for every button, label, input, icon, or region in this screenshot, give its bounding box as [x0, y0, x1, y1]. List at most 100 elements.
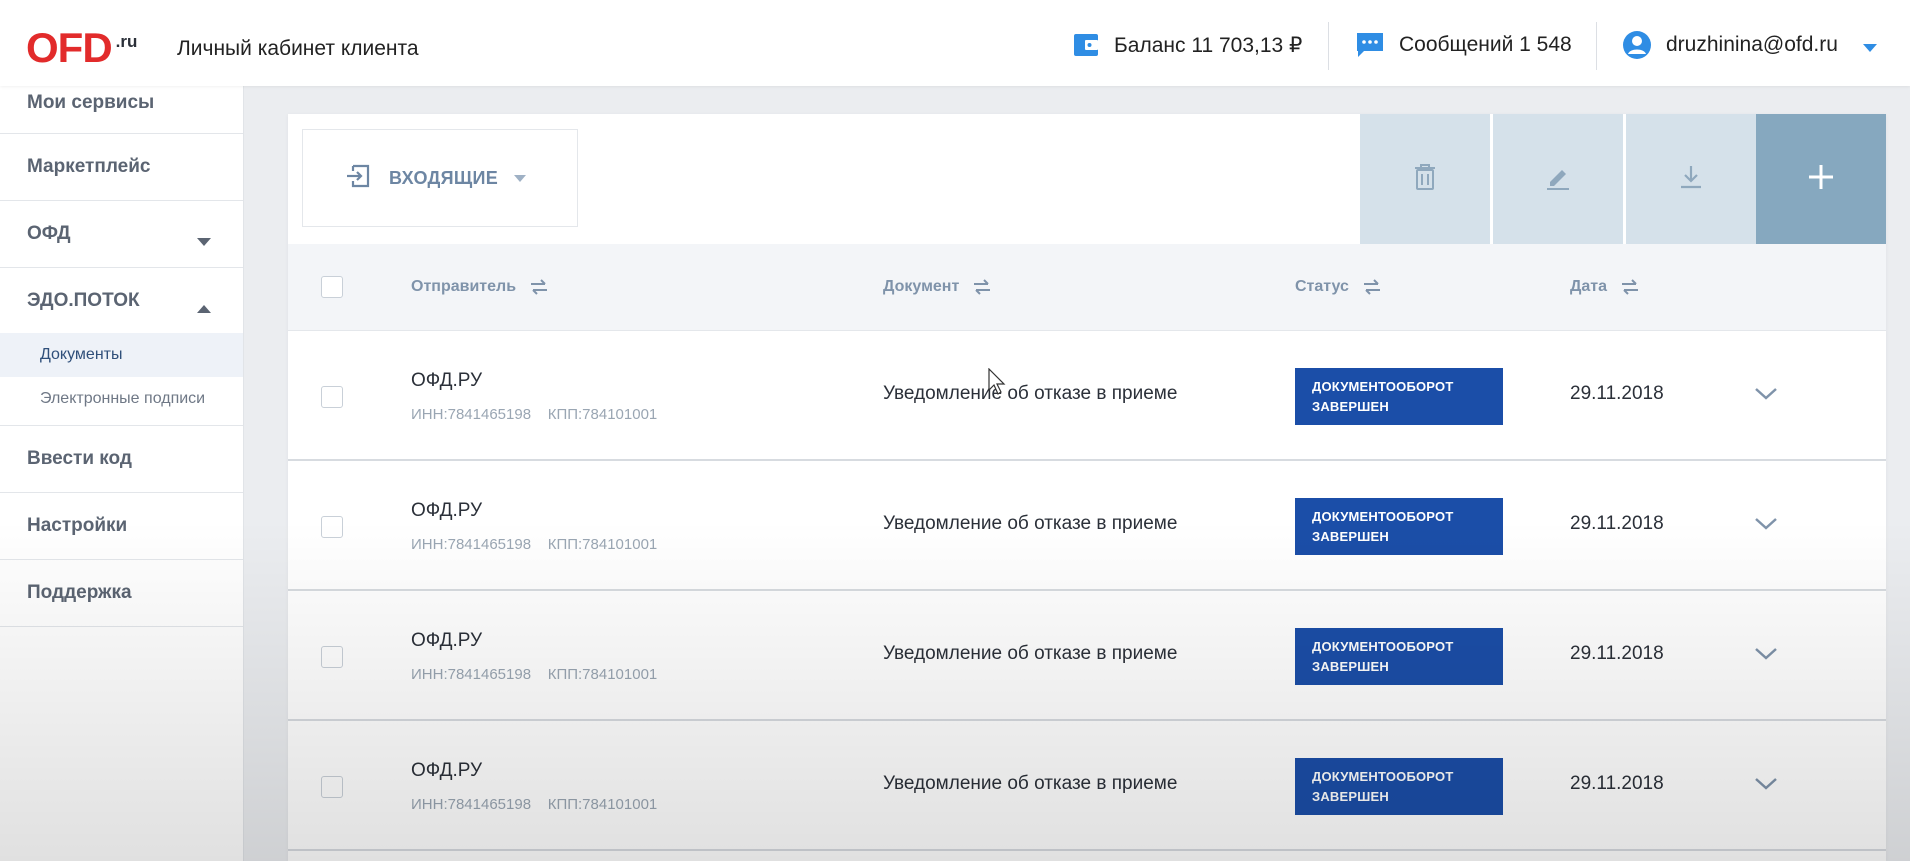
status-line: ДОКУМЕНТООБОРОТ	[1312, 769, 1454, 784]
user-email: druzhinina@ofd.ru	[1666, 33, 1838, 56]
documents-panel: ВХОДЯЩИЕ Отправитель Документ Статус Дат…	[288, 114, 1886, 861]
sidebar-item-enter-code[interactable]: Ввести код	[0, 426, 243, 493]
column-label: Отправитель	[411, 278, 517, 295]
logo-suffix: .ru	[115, 32, 138, 51]
sidebar-item-label: Ввести код	[27, 448, 132, 469]
cabinet-title: Личный кабинет клиента	[177, 37, 419, 60]
status-badge: ДОКУМЕНТООБОРОТ ЗАВЕРШЕН	[1295, 758, 1503, 815]
sidebar-subitem-documents[interactable]: Документы	[0, 333, 243, 377]
table-row[interactable]: ОФД.РУ ИНН:7841465198 КПП:784101001 Увед…	[288, 591, 1886, 721]
caret-up-icon	[197, 297, 211, 319]
sidebar-item-label: ОФД	[27, 223, 71, 244]
row-date: 29.11.2018	[1570, 383, 1664, 404]
status-line: ДОКУМЕНТООБОРОТ	[1312, 639, 1454, 654]
sender-ids: ИНН:7841465198 КПП:784101001	[411, 796, 658, 813]
user-avatar-icon	[1622, 30, 1652, 60]
sender-ids: ИНН:7841465198 КПП:784101001	[411, 406, 658, 423]
sender-name: ОФД.РУ	[411, 760, 483, 781]
column-label: Дата	[1570, 278, 1608, 295]
sidebar: Мои сервисы Маркетплейс ОФД ЭДО.ПОТОК До…	[0, 86, 244, 861]
sidebar-item-label: ЭДО.ПОТОК	[27, 289, 140, 311]
sender-name: ОФД.РУ	[411, 630, 483, 651]
sender-name: ОФД.РУ	[411, 500, 483, 521]
status-line: ДОКУМЕНТООБОРОТ	[1312, 509, 1454, 524]
document-name[interactable]: Уведомление об отказе в приеме	[883, 643, 1177, 665]
delete-button[interactable]	[1360, 114, 1490, 244]
document-name[interactable]: Уведомление об отказе в приеме	[883, 383, 1177, 405]
document-name[interactable]: Уведомление об отказе в приеме	[883, 513, 1177, 535]
add-document-button[interactable]	[1756, 114, 1886, 244]
edit-button[interactable]	[1493, 114, 1623, 244]
sidebar-item-my-services[interactable]: Мои сервисы	[0, 86, 243, 134]
chevron-down-icon[interactable]	[1754, 777, 1778, 796]
select-all-checkbox[interactable]	[321, 276, 343, 298]
sidebar-subitem-signatures[interactable]: Электронные подписи	[0, 377, 243, 421]
sender-name: ОФД.РУ	[411, 370, 483, 391]
top-header: OFD .ru Личный кабинет клиента Баланс 11…	[0, 0, 1910, 86]
row-checkbox[interactable]	[321, 386, 343, 408]
sidebar-item-ofd[interactable]: ОФД	[0, 201, 243, 268]
ofd-logo[interactable]: OFD .ru	[26, 24, 138, 71]
folder-label: ВХОДЯЩИЕ	[389, 167, 499, 188]
chevron-down-icon[interactable]	[1754, 517, 1778, 536]
documents-toolbar: ВХОДЯЩИЕ	[288, 114, 1886, 244]
row-checkbox[interactable]	[321, 776, 343, 798]
table-row[interactable]: ОФД.РУ ИНН:7841465198 КПП:784101001 Увед…	[288, 461, 1886, 591]
sort-icon	[1363, 279, 1381, 295]
status-line: ЗАВЕРШЕН	[1312, 789, 1389, 804]
sidebar-item-label: Поддержка	[27, 582, 132, 603]
status-line: ЗАВЕРШЕН	[1312, 659, 1389, 674]
column-sender[interactable]: Отправитель	[411, 278, 548, 296]
status-badge: ДОКУМЕНТООБОРОТ ЗАВЕРШЕН	[1295, 498, 1503, 555]
balance-widget[interactable]: Баланс 11 703,13 ₽	[1072, 28, 1302, 62]
row-checkbox[interactable]	[321, 646, 343, 668]
plus-icon	[1807, 163, 1835, 196]
caret-down-icon	[197, 230, 211, 252]
logo-text: OFD	[26, 24, 113, 71]
inbox-icon	[345, 163, 371, 194]
download-button[interactable]	[1626, 114, 1756, 244]
chevron-down-icon[interactable]	[1754, 647, 1778, 666]
messages-text: Сообщений 1 548	[1399, 33, 1572, 56]
column-label: Документ	[883, 278, 960, 295]
column-document[interactable]: Документ	[883, 278, 991, 296]
row-date: 29.11.2018	[1570, 513, 1664, 534]
column-status[interactable]: Статус	[1295, 278, 1381, 296]
mouse-cursor-icon	[988, 367, 1008, 401]
header-divider	[1328, 22, 1329, 70]
column-date[interactable]: Дата	[1570, 278, 1639, 296]
table-header: Отправитель Документ Статус Дата	[288, 244, 1886, 331]
status-badge: ДОКУМЕНТООБОРОТ ЗАВЕРШЕН	[1295, 368, 1503, 425]
sidebar-item-settings[interactable]: Настройки	[0, 493, 243, 560]
row-checkbox[interactable]	[321, 516, 343, 538]
document-name[interactable]: Уведомление об отказе в приеме	[883, 773, 1177, 795]
row-date: 29.11.2018	[1570, 643, 1664, 664]
sort-icon	[530, 279, 548, 295]
sidebar-subgroup-edo: Документы Электронные подписи	[0, 333, 243, 426]
user-menu[interactable]: druzhinina@ofd.ru	[1622, 28, 1838, 62]
messages-widget[interactable]: Сообщений 1 548	[1355, 28, 1572, 62]
sidebar-item-label: Настройки	[27, 515, 128, 536]
sidebar-subitem-label: Документы	[40, 346, 123, 363]
sidebar-item-label: Маркетплейс	[27, 156, 151, 177]
chevron-down-icon[interactable]	[1862, 40, 1878, 58]
status-line: ЗАВЕРШЕН	[1312, 399, 1389, 414]
trash-icon	[1413, 163, 1437, 196]
chat-icon	[1355, 31, 1385, 59]
sidebar-item-support[interactable]: Поддержка	[0, 560, 243, 627]
folder-selector[interactable]: ВХОДЯЩИЕ	[302, 129, 578, 227]
wallet-icon	[1072, 31, 1100, 59]
sort-icon	[973, 279, 991, 295]
caret-down-icon	[514, 169, 527, 187]
table-row[interactable]: ОФД.РУ ИНН:7841465198 КПП:784101001 Увед…	[288, 331, 1886, 461]
chevron-down-icon[interactable]	[1754, 387, 1778, 406]
row-date: 29.11.2018	[1570, 773, 1664, 794]
table-row[interactable]: ОФД.РУ ИНН:7841465198 КПП:784101001 Увед…	[288, 721, 1886, 851]
download-icon	[1678, 164, 1704, 195]
sort-icon	[1621, 279, 1639, 295]
sidebar-item-label: Мои сервисы	[27, 92, 155, 113]
pencil-icon	[1545, 164, 1571, 195]
status-line: ЗАВЕРШЕН	[1312, 529, 1389, 544]
sidebar-item-edo-potok[interactable]: ЭДО.ПОТОК	[0, 268, 243, 333]
sidebar-item-marketplace[interactable]: Маркетплейс	[0, 134, 243, 201]
